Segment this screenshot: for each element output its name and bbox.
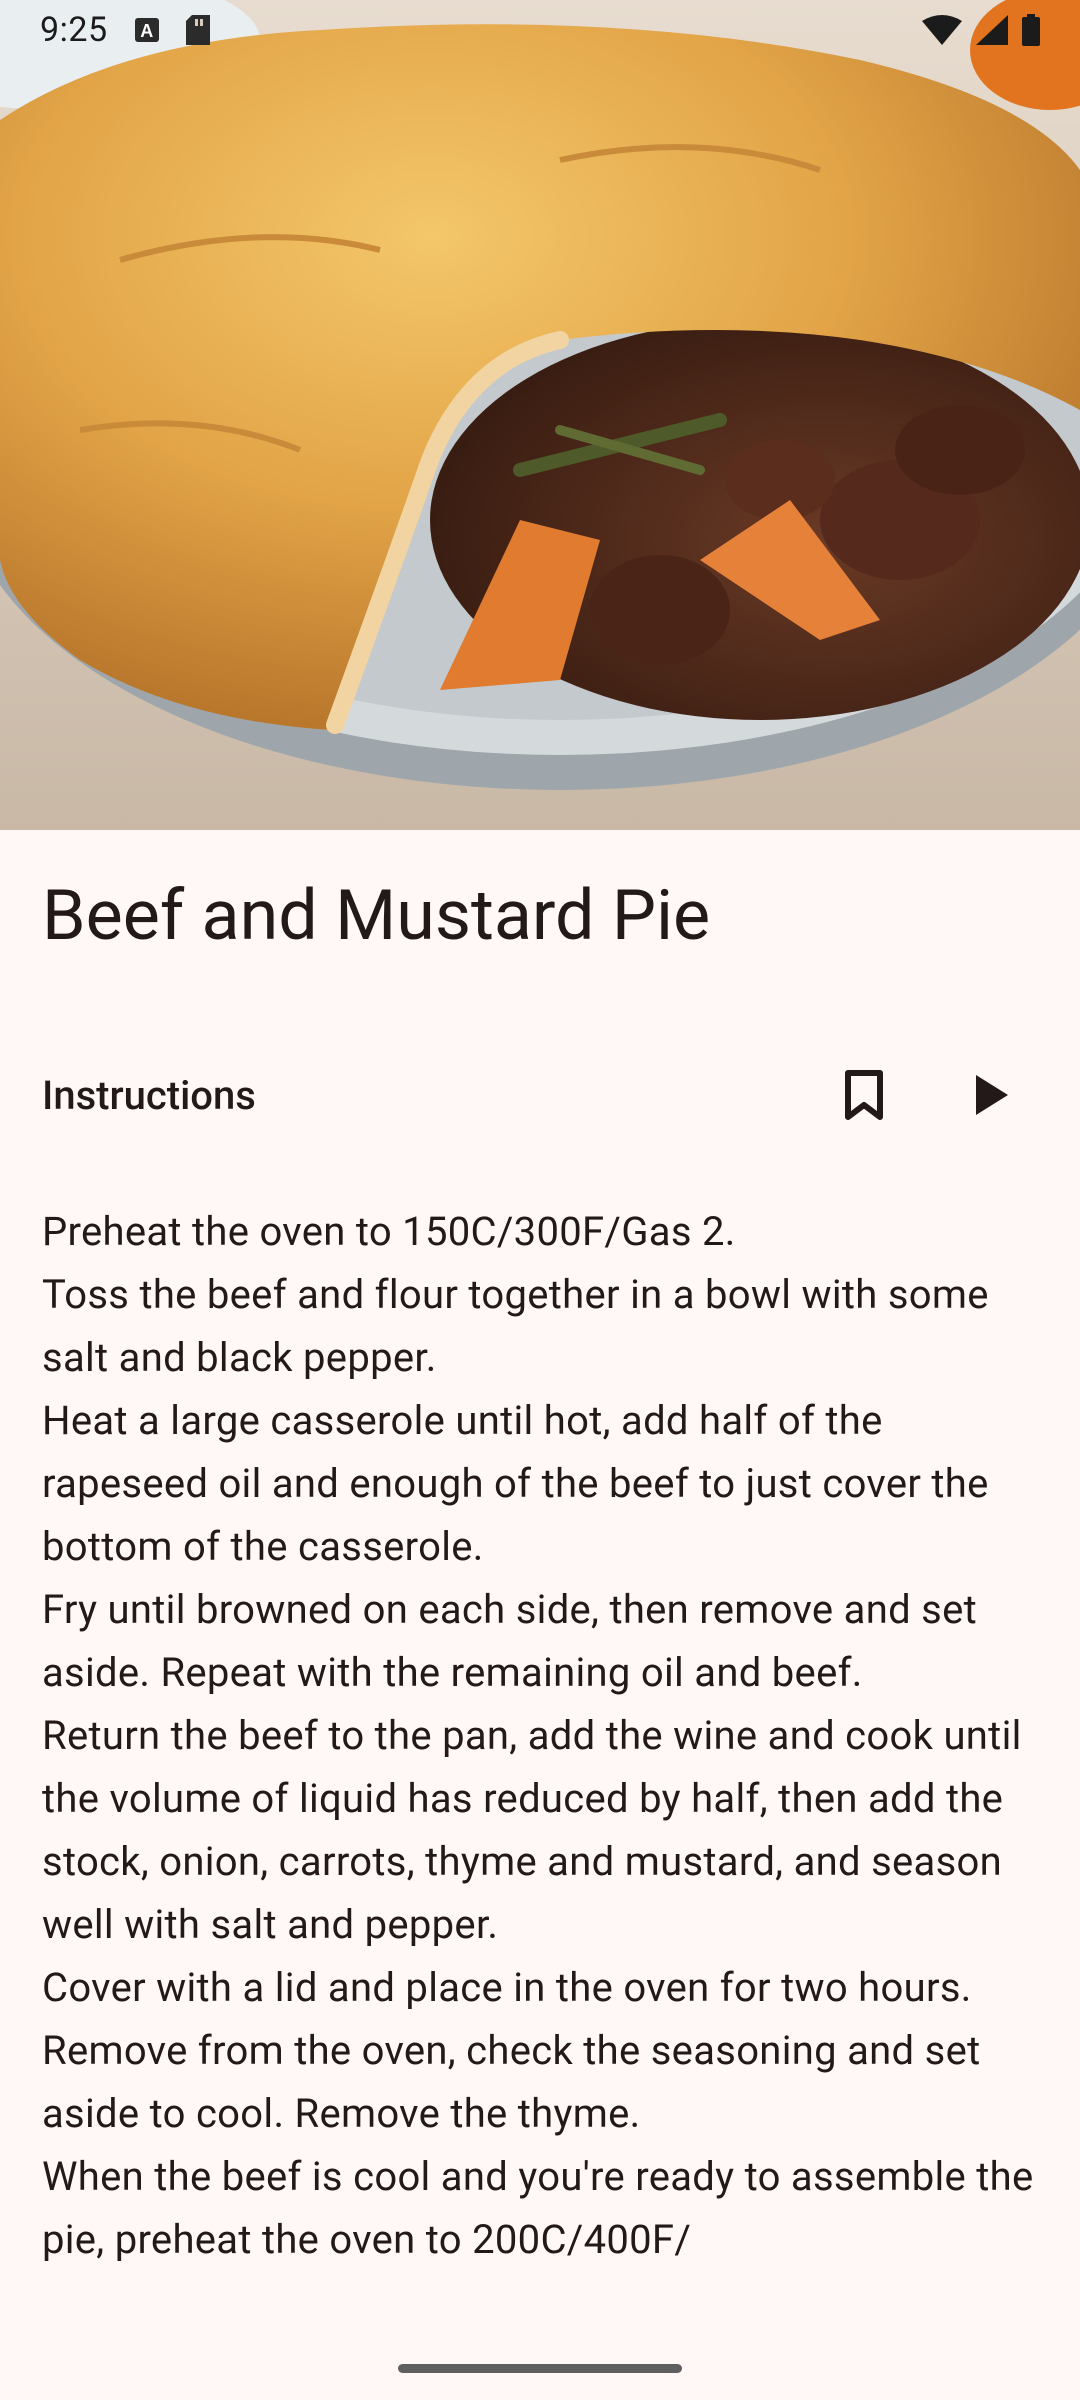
recipe-hero-image bbox=[0, 0, 1080, 830]
instructions-list: Preheat the oven to 150C/300F/Gas 2. Tos… bbox=[42, 1200, 1042, 2271]
a-badge-icon: A bbox=[134, 17, 160, 43]
recipe-title: Beef and Mustard Pie bbox=[42, 875, 711, 957]
bookmark-button[interactable] bbox=[816, 1047, 912, 1143]
svg-text:A: A bbox=[140, 21, 154, 41]
status-left: 9:25 A bbox=[40, 10, 210, 50]
sd-card-icon bbox=[185, 15, 210, 45]
instruction-step: When the beef is cool and you're ready t… bbox=[42, 2153, 1034, 2263]
bookmark-icon bbox=[845, 1070, 883, 1120]
instruction-step: Toss the beef and flour together in a bo… bbox=[42, 1271, 989, 1381]
instruction-step: Return the beef to the pan, add the wine… bbox=[42, 1712, 1022, 1948]
instructions-header: Instructions bbox=[42, 1060, 1038, 1130]
instruction-step: Cover with a lid and place in the oven f… bbox=[42, 1964, 972, 2011]
status-right bbox=[922, 14, 1040, 46]
gesture-nav-bar[interactable] bbox=[398, 2364, 682, 2373]
signal-icon bbox=[976, 15, 1008, 45]
battery-icon bbox=[1022, 14, 1040, 46]
play-button[interactable] bbox=[942, 1047, 1038, 1143]
instruction-step: Heat a large casserole until hot, add ha… bbox=[42, 1397, 989, 1570]
instruction-step: Preheat the oven to 150C/300F/Gas 2. bbox=[42, 1208, 736, 1255]
instruction-step: Remove from the oven, check the seasonin… bbox=[42, 2027, 981, 2137]
instruction-step: Fry until browned on each side, then rem… bbox=[42, 1586, 978, 1696]
play-icon bbox=[976, 1075, 1008, 1115]
instructions-label: Instructions bbox=[42, 1071, 256, 1119]
pie-illustration bbox=[0, 0, 1080, 830]
status-bar: 9:25 A bbox=[0, 0, 1080, 60]
wifi-icon bbox=[922, 15, 962, 45]
status-time: 9:25 bbox=[40, 10, 108, 50]
